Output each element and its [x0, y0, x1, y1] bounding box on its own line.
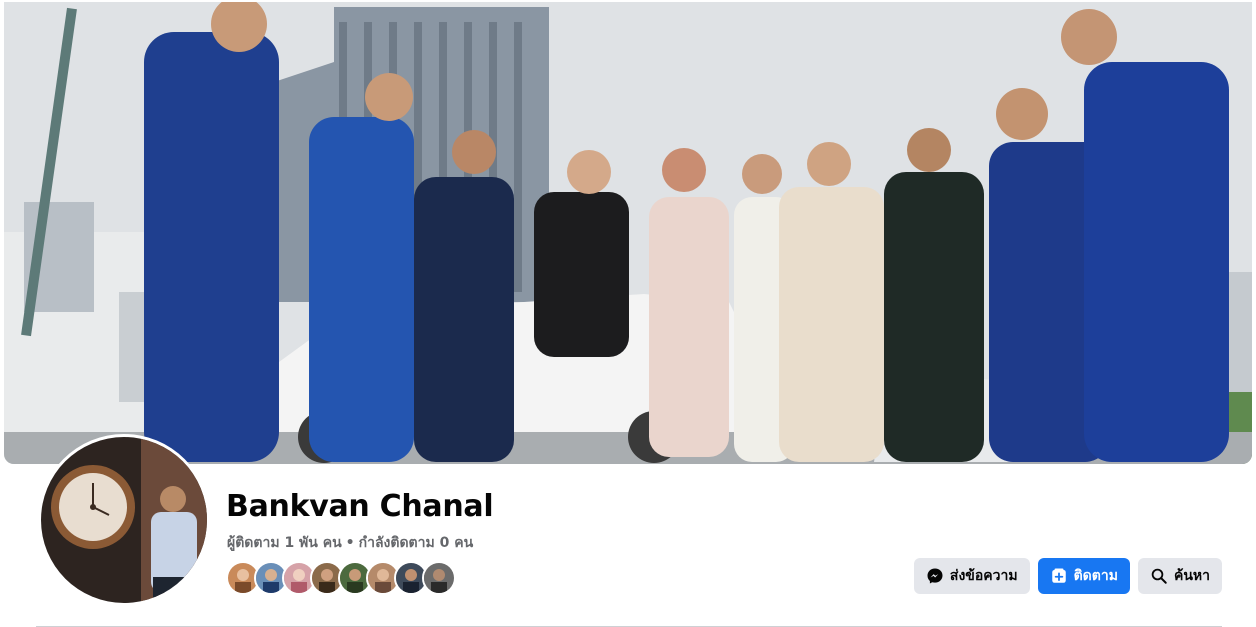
- follow-button[interactable]: ติดตาม: [1037, 558, 1130, 594]
- friends-preview: [226, 561, 456, 595]
- friend-avatar[interactable]: [422, 561, 456, 595]
- search-button-label: ค้นหา: [1173, 568, 1210, 584]
- profile-name: Bankvan Chanal: [226, 489, 494, 524]
- messenger-icon: [926, 567, 944, 585]
- stats-separator: •: [345, 535, 355, 551]
- cover-photo[interactable]: [4, 2, 1252, 464]
- message-button[interactable]: ส่งข้อความ: [913, 558, 1030, 594]
- profile-page: Bankvan Chanal ผู้ติดตาม 1 พัน คน • กำลังต…: [0, 0, 1256, 627]
- search-icon: [1150, 567, 1168, 585]
- follow-stats: ผู้ติดตาม 1 พัน คน • กำลังติดตาม 0 คน: [227, 532, 473, 554]
- follow-plus-icon: [1050, 567, 1068, 585]
- search-button[interactable]: ค้นหา: [1137, 558, 1222, 594]
- follow-button-label: ติดตาม: [1073, 568, 1118, 584]
- followers-link[interactable]: ผู้ติดตาม 1 พัน คน: [227, 535, 342, 551]
- profile-actions: ส่งข้อความ ติดตาม ค้นหา: [913, 558, 1222, 594]
- message-button-label: ส่งข้อความ: [949, 568, 1018, 584]
- profile-picture[interactable]: [38, 434, 210, 606]
- following-link[interactable]: กำลังติดตาม 0 คน: [359, 535, 474, 551]
